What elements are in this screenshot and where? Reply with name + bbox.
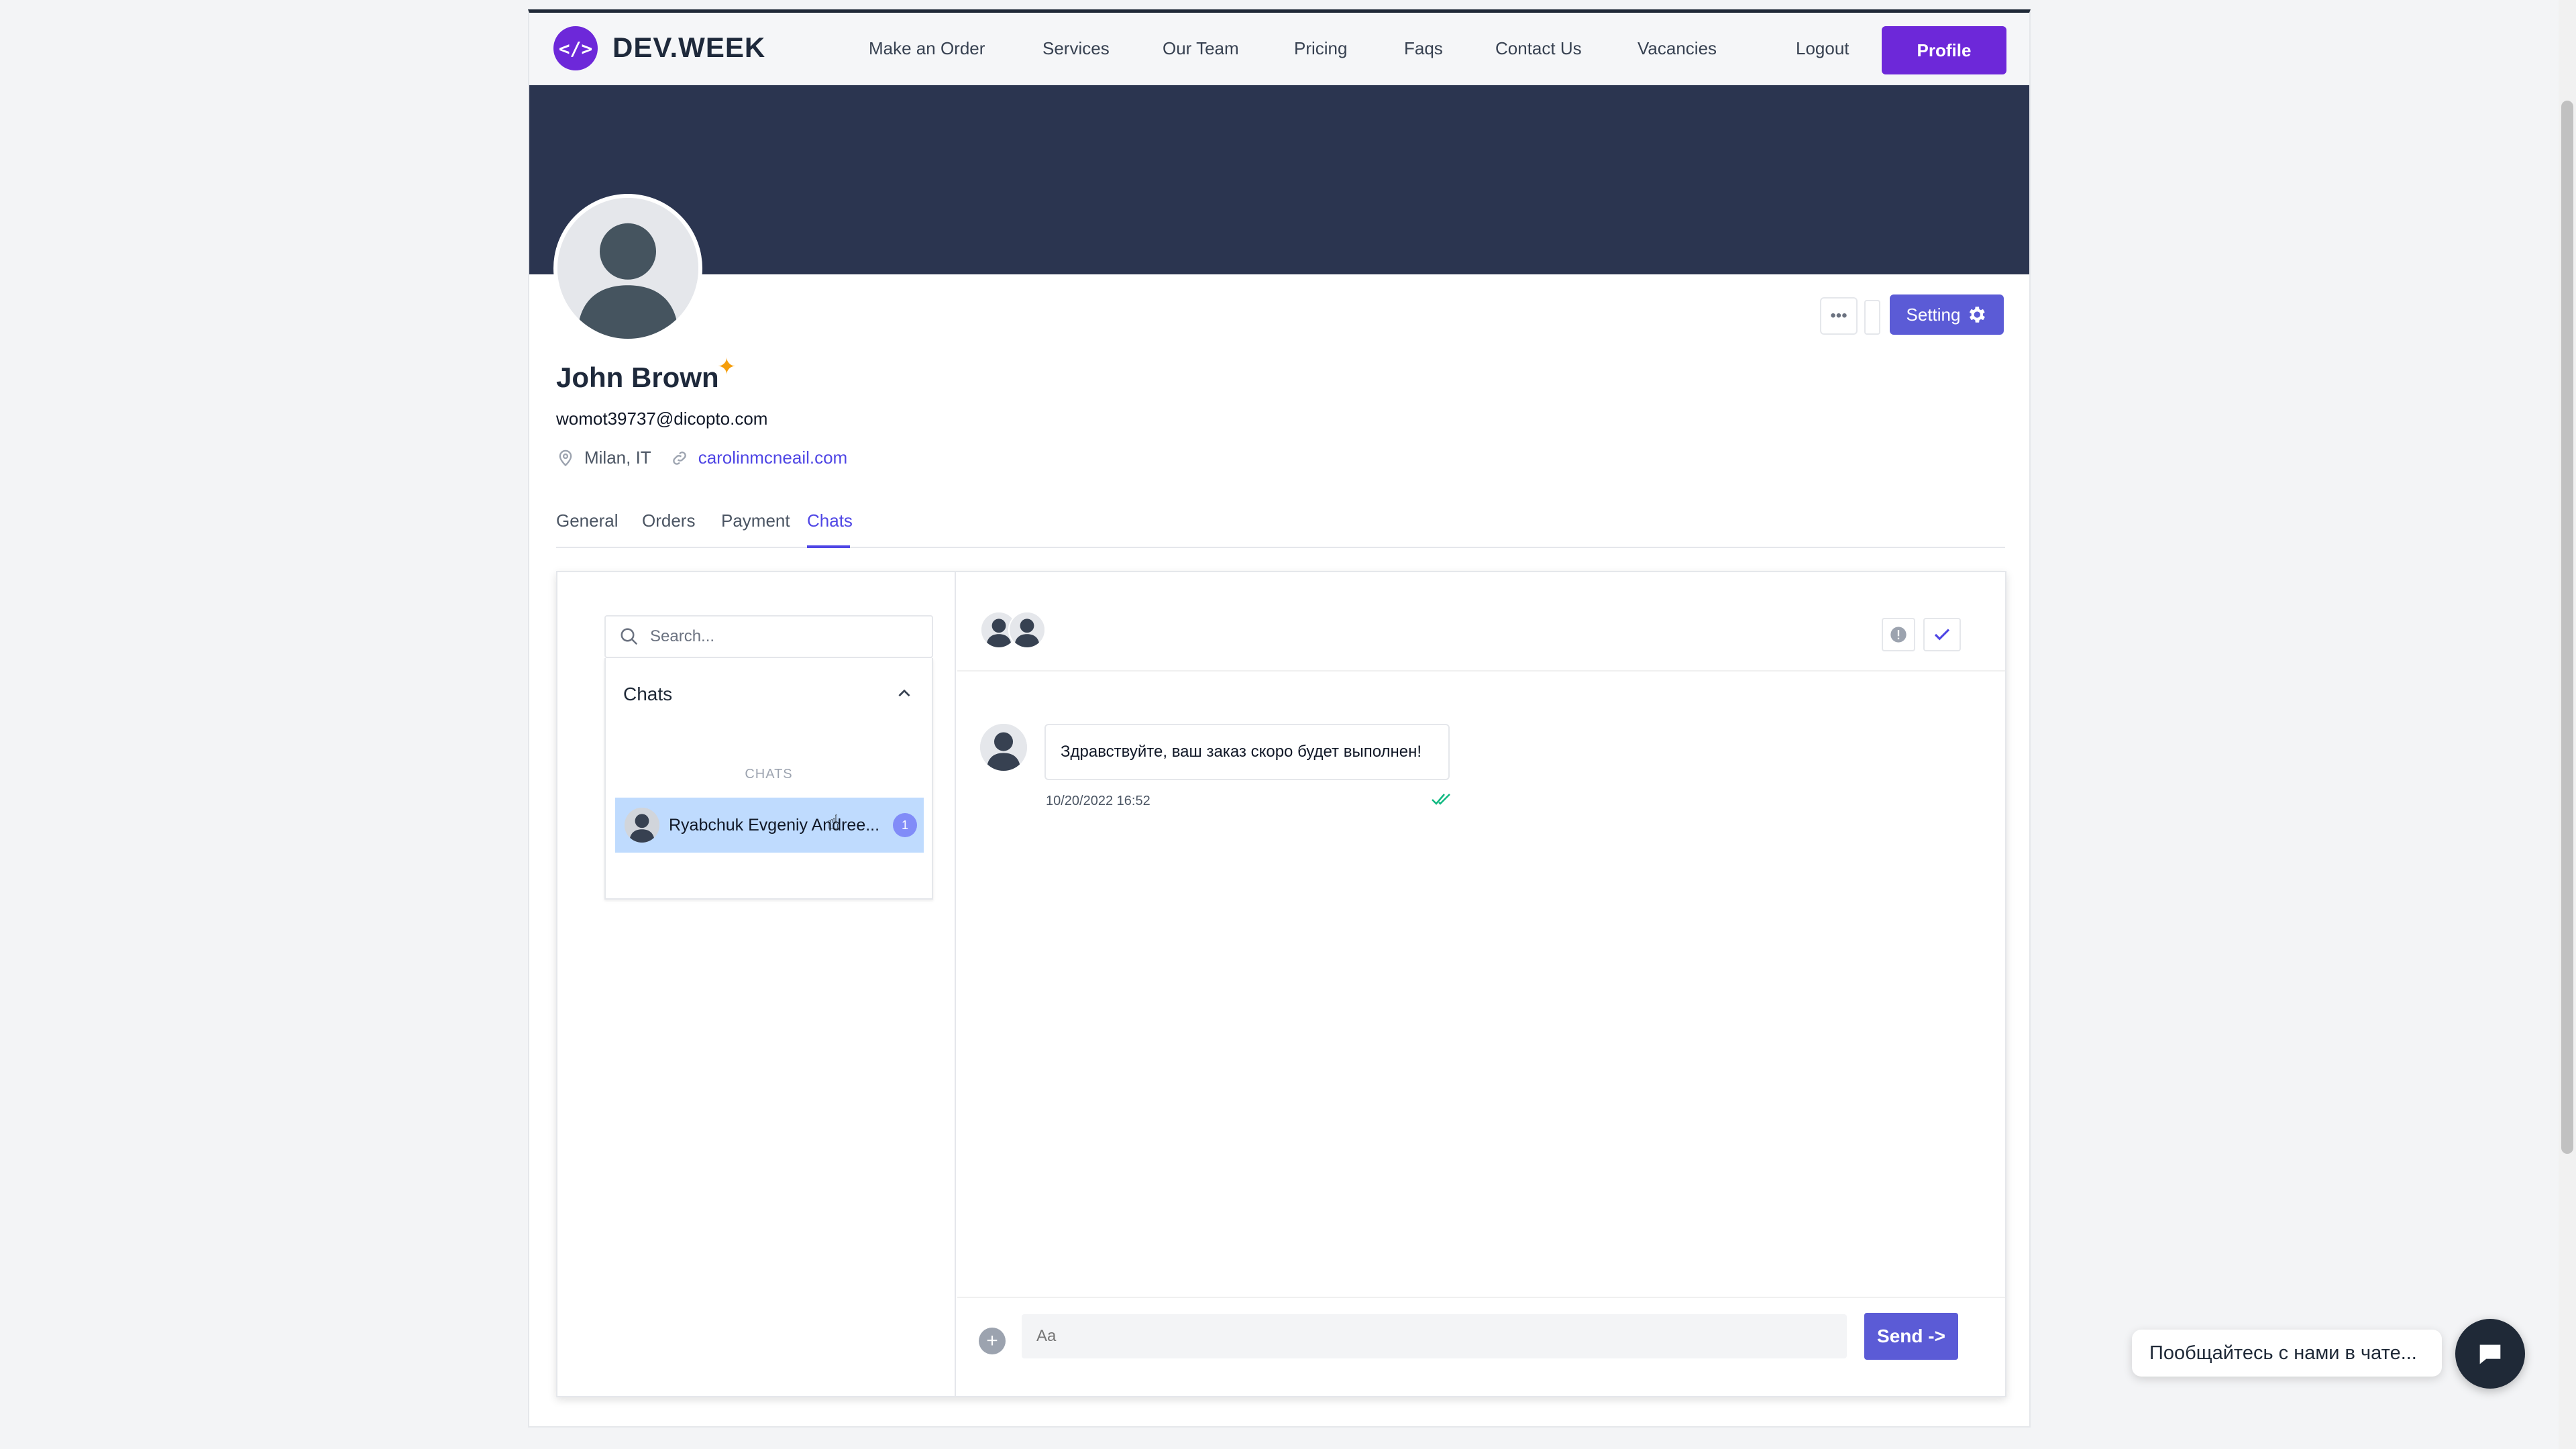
search-input[interactable]: Search... [650, 627, 714, 646]
nav-our-team[interactable]: Our Team [1163, 38, 1239, 59]
avatar [625, 808, 659, 843]
profile-card: </> DEV.WEEK Make an Order Services Our … [528, 9, 2031, 1428]
search-icon [621, 628, 638, 645]
setting-label: Setting [1906, 304, 1961, 325]
nav-make-order[interactable]: Make an Order [869, 38, 985, 59]
nav-logout[interactable]: Logout [1796, 38, 1849, 59]
unread-count-badge: 1 [893, 813, 917, 837]
chat-widget-prompt[interactable]: Пообщайтесь с нами в чате... [2132, 1330, 2442, 1377]
gear-icon [1970, 307, 1986, 323]
top-navbar: </> DEV.WEEK Make an Order Services Our … [529, 13, 2029, 85]
nav-contact-us[interactable]: Contact Us [1495, 38, 1582, 59]
nav-pricing[interactable]: Pricing [1294, 38, 1347, 59]
logo-code-icon[interactable]: </> [553, 26, 598, 70]
chat-bubble-icon [2479, 1344, 2501, 1364]
message-input[interactable] [1022, 1314, 1847, 1358]
chat-search[interactable]: Search... [604, 615, 933, 658]
nav-services[interactable]: Services [1042, 38, 1110, 59]
user-location: Milan, IT [584, 447, 651, 468]
chevron-up-icon[interactable] [896, 685, 913, 702]
profile-button[interactable]: Profile [1882, 26, 2006, 74]
more-options-button[interactable]: ••• [1820, 297, 1858, 335]
active-tab-indicator [807, 545, 850, 548]
conversation-header [957, 572, 2005, 672]
double-check-icon [1432, 794, 1450, 805]
user-silhouette-icon [557, 198, 698, 339]
location-pin-icon [559, 449, 572, 466]
message-composer: + Send -> [957, 1297, 2005, 1399]
chat-contact-name: Ryabchuk Evgeniy Andree... [669, 815, 880, 835]
tab-general[interactable]: General [556, 511, 619, 531]
user-name: John Brown [556, 362, 719, 393]
check-icon [1934, 629, 1950, 641]
avatar [980, 724, 1027, 771]
link-icon [672, 451, 686, 465]
user-meta: Milan, IT carolinmcneail.com [556, 447, 847, 468]
brand-name[interactable]: DEV.WEEK [612, 32, 765, 64]
chat-sidebar: Search... Chats CHATS Ryabchuk Evgeniy A… [557, 572, 956, 1396]
mouse-cursor-icon: ☝ [827, 812, 840, 834]
profile-avatar[interactable] [553, 194, 702, 343]
setting-button[interactable]: Setting [1890, 294, 2004, 335]
message-bubble: Здравствуйте, ваш заказ скоро будет выпо… [1044, 724, 1450, 780]
tab-payment[interactable]: Payment [721, 511, 790, 531]
chat-panel: Search... Chats CHATS Ryabchuk Evgeniy A… [556, 571, 2006, 1397]
chats-section-label: CHATS [745, 767, 793, 782]
divider-button [1864, 300, 1880, 335]
avatar [1008, 611, 1046, 649]
chat-widget-button[interactable] [2455, 1319, 2525, 1389]
message-timestamp: 10/20/2022 16:52 [1046, 794, 1150, 808]
user-website-link[interactable]: carolinmcneail.com [698, 447, 848, 468]
mark-resolved-button[interactable] [1923, 618, 1961, 651]
user-silhouette-icon [1010, 612, 1044, 647]
page-scrollbar-thumb[interactable] [2561, 101, 2573, 1154]
user-silhouette-icon [625, 808, 659, 843]
user-silhouette-icon [980, 724, 1027, 771]
user-email: womot39737@dicopto.com [556, 409, 768, 429]
sparkle-icon: ✦ [717, 354, 737, 380]
info-icon [1890, 627, 1907, 643]
attach-plus-icon[interactable]: + [979, 1328, 1006, 1354]
chat-list-title[interactable]: Chats [623, 684, 672, 705]
cover-banner [529, 85, 2029, 274]
nav-faqs[interactable]: Faqs [1404, 38, 1443, 59]
participant-avatars [980, 611, 1046, 649]
conversation: Здравствуйте, ваш заказ скоро будет выпо… [957, 572, 2005, 1396]
chat-list: Chats CHATS Ryabchuk Evgeniy Andree... 1 [604, 658, 933, 900]
tab-orders[interactable]: Orders [642, 511, 695, 531]
tab-chats[interactable]: Chats [807, 511, 853, 531]
profile-tabs: General Orders Payment Chats [556, 501, 2005, 548]
send-button[interactable]: Send -> [1864, 1313, 1958, 1360]
nav-vacancies[interactable]: Vacancies [1638, 38, 1717, 59]
list-item[interactable]: Ryabchuk Evgeniy Andree... 1 [615, 798, 924, 853]
info-button[interactable] [1882, 618, 1915, 651]
page-scrollbar[interactable] [2559, 0, 2576, 1449]
